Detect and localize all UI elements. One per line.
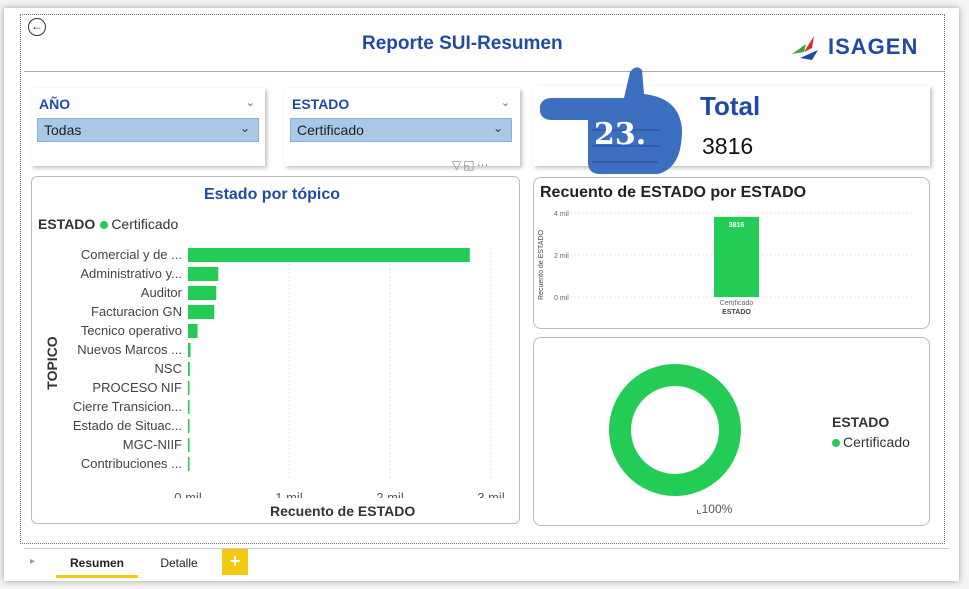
slicer-status-title: ESTADO [292, 96, 350, 112]
y-tick-label: Comercial y de ... [81, 247, 182, 262]
total-card-label: Total [700, 91, 761, 121]
bar [188, 343, 191, 357]
legend-title: ESTADO [38, 216, 96, 232]
logo-mark-icon [792, 36, 818, 60]
count-chart-x-axis-label: ESTADO [722, 309, 751, 316]
bar [188, 381, 190, 395]
y-tick-label: Cierre Transicion... [73, 399, 182, 414]
chevron-down-icon[interactable]: ⌄ [501, 96, 510, 109]
count-chart-plot: 0 mil 2 mil 4 mil Recuento de ESTADO 3816 Cer… [538, 211, 914, 316]
bar-chart-legend: ESTADO Certificado [38, 216, 178, 232]
y-tick-label: 4 mil [554, 211, 569, 218]
donut-slice [609, 364, 741, 496]
bar-chart-plot: 0 mil 1 mil 2 mil 3 mil Comercial y de ... Ad… [73, 247, 505, 498]
y-tick-label: Administrativo y... [80, 266, 182, 281]
bar [188, 324, 198, 338]
count-chart-title: Recuento de ESTADO por ESTADO [540, 184, 807, 201]
count-chart-y-axis-label: Recuento de ESTADO [538, 230, 545, 300]
y-tick-label: NSC [155, 361, 182, 376]
donut-data-label: ⌞100% [696, 502, 733, 516]
bar [188, 305, 215, 319]
y-tick-label: Auditor [141, 285, 183, 300]
page-title: Reporte SUI-Resumen [362, 33, 563, 54]
tab-resumen[interactable]: Resumen [56, 548, 138, 578]
bar [188, 400, 190, 414]
y-tick-label: 0 mil [554, 295, 569, 302]
legend-item[interactable]: Certificado [111, 216, 178, 232]
y-tick-label: Estado de Situac... [73, 418, 182, 433]
y-tick-label: Contribuciones ... [81, 456, 182, 471]
bar [188, 438, 190, 452]
donut-legend-item[interactable]: Certificado [832, 434, 910, 450]
legend-swatch [100, 221, 109, 229]
bar [188, 457, 190, 471]
chevron-down-icon: ⌄ [239, 121, 250, 135]
x-tick-label: Certificado [720, 300, 754, 307]
donut-chart-plot [609, 364, 741, 496]
year-dropdown[interactable]: Todas ⌄ [37, 118, 259, 142]
chevron-down-icon[interactable]: ⌄ [246, 96, 255, 109]
visual-header-toolbar: ▽◱⋯ [452, 158, 491, 172]
logo-wordmark: ISAGEN [828, 34, 919, 59]
status-dropdown[interactable]: Certificado ⌄ [290, 118, 512, 142]
y-tick-label: 2 mil [554, 253, 569, 260]
legend-swatch [832, 439, 840, 447]
bar [714, 216, 759, 297]
x-tick-label: 3 mil [477, 490, 505, 498]
slicer-year-title: AÑO [39, 96, 71, 112]
tab-detalle[interactable]: Detalle [144, 548, 214, 578]
donut-percent: 100% [701, 502, 733, 516]
x-tick-label: 0 mil [174, 490, 202, 498]
title-divider [24, 71, 944, 72]
y-tick-label: Tecnico operativo [81, 323, 182, 338]
status-dropdown-value: Certificado [297, 122, 364, 138]
bar-chart-x-axis-label: Recuento de ESTADO [270, 503, 416, 519]
y-tick-label: Nuevos Marcos ... [77, 342, 182, 357]
slicer-status: ESTADO ⌄ Certificado ⌄ [284, 88, 520, 166]
donut-legend-title: ESTADO [832, 414, 890, 430]
focus-mode-icon[interactable]: ◱ [463, 158, 476, 172]
y-tick-label: MGC-NIIF [123, 437, 182, 452]
add-page-button[interactable]: + [222, 549, 248, 575]
more-options-icon[interactable]: ⋯ [477, 158, 491, 172]
y-tick-label: Facturacion GN [91, 304, 182, 319]
slicer-year: AÑO ⌄ Todas ⌄ [31, 88, 265, 166]
x-tick-label: 1 mil [275, 490, 303, 498]
data-label: 3816 [729, 222, 745, 229]
filter-icon[interactable]: ▽ [452, 158, 463, 172]
bar [188, 286, 217, 300]
total-card-value: 3816 [702, 133, 754, 159]
y-tick-label: PROCESO NIF [92, 380, 182, 395]
bar [188, 248, 470, 262]
bar [188, 419, 190, 433]
bar-chart-title: Estado por tópico [204, 186, 340, 203]
bar [188, 362, 190, 376]
isagen-logo: ISAGEN [790, 30, 918, 64]
year-dropdown-value: Todas [44, 122, 82, 138]
bar [188, 267, 219, 281]
tab-scroll-left-icon[interactable]: ▸ [30, 556, 35, 567]
step-number-badge: 23. [594, 117, 647, 152]
back-arrow-circle-icon[interactable]: ← [28, 18, 46, 36]
chevron-down-icon: ⌄ [492, 121, 503, 135]
donut-legend-label: Certificado [843, 434, 910, 450]
x-tick-label: 2 mil [376, 490, 404, 498]
